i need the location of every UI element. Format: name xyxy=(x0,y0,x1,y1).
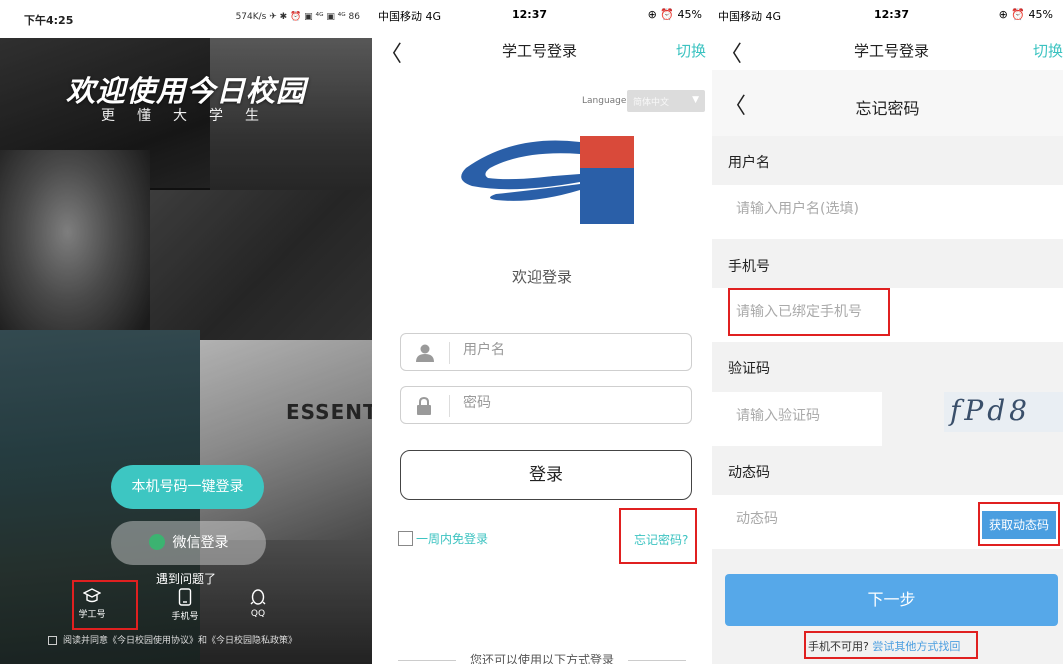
status-bar: 中国移动 4G 12:37 ⊕ ⏰ 45% xyxy=(712,0,1063,30)
get-code-highlight xyxy=(978,502,1060,546)
username-row[interactable] xyxy=(712,185,1063,239)
nav-bar: 〈 学工号登录 切换 xyxy=(712,30,1063,70)
status-bar: 下午4:25 574K/s ✈ ✱ ⏰ ▣ ⁴ᴳ ▣ ⁴ᴳ 86 xyxy=(0,0,372,38)
help-link[interactable]: 遇到问题了 xyxy=(0,570,372,587)
student-id-login-screen: 中国移动 4G 12:37 ⊕ ⏰ 45% 〈 学工号登录 切换 Languag… xyxy=(372,0,712,664)
username-input[interactable] xyxy=(463,342,673,358)
phone-input-highlight xyxy=(728,288,890,336)
captcha-label: 验证码 xyxy=(728,361,770,377)
divider-line xyxy=(397,660,456,661)
welcome-subtitle: 更懂大学生 xyxy=(101,108,281,124)
status-battery: ⊕ ⏰ 45% xyxy=(647,8,702,21)
page-header: 〈 忘记密码 xyxy=(712,70,1063,136)
lock-icon xyxy=(417,396,431,415)
agreement-label: 阅读并同意《今日校园使用协议》和《今日校园隐私政策》 xyxy=(63,636,298,646)
other-login-text: 您还可以使用以下方式登录 xyxy=(469,653,614,664)
carrier-signal: 中国移动 4G xyxy=(718,10,782,23)
student-id-option-highlight xyxy=(72,580,138,630)
agreement-text[interactable]: 阅读并同意《今日校园使用协议》和《今日校园隐私政策》 xyxy=(48,634,348,648)
status-bar: 中国移动 4G 12:37 ⊕ ⏰ 45% xyxy=(372,0,712,30)
username-field[interactable] xyxy=(400,333,692,371)
language-value: 简体中文 xyxy=(633,98,670,108)
one-click-mobile-login-button[interactable]: 本机号码一键登录 xyxy=(111,465,264,509)
wechat-login-button[interactable]: 微信登录 xyxy=(111,521,266,565)
status-time: 12:37 xyxy=(874,8,910,21)
welcome-text: 欢迎登录 xyxy=(511,268,572,286)
language-select[interactable]: 简体中文 ▼ xyxy=(627,90,705,112)
login-button[interactable]: 登录 xyxy=(400,450,692,500)
mobile-option-label: 手机号 xyxy=(171,612,199,622)
captcha-image[interactable]: fPd8 xyxy=(944,392,1063,432)
mobile-login-option[interactable]: 手机号 xyxy=(165,588,205,622)
captcha-input[interactable] xyxy=(736,408,876,424)
forgot-password-highlight xyxy=(619,508,697,564)
back-arrow-icon[interactable]: 〈 xyxy=(720,36,742,68)
qq-login-option[interactable]: QQ xyxy=(238,588,278,619)
username-label: 用户名 xyxy=(728,155,770,171)
code-input[interactable] xyxy=(736,511,936,527)
nav-title: 学工号登录 xyxy=(502,42,578,60)
username-input[interactable] xyxy=(736,201,936,217)
forgot-password-screen: 中国移动 4G 12:37 ⊕ ⏰ 45% 〈 学工号登录 切换 〈 忘记密码 … xyxy=(712,0,1063,664)
welcome-title: 欢迎使用今日校园 xyxy=(65,74,306,108)
page-title: 忘记密码 xyxy=(855,99,920,118)
code-label: 动态码 xyxy=(728,465,770,481)
qq-penguin-icon xyxy=(250,589,266,605)
agreement-checkbox[interactable] xyxy=(48,636,57,645)
field-separator xyxy=(449,342,450,364)
status-time: 下午4:25 xyxy=(24,14,74,27)
status-time: 12:37 xyxy=(512,8,548,21)
captcha-text: fPd8 xyxy=(950,394,1031,427)
remember-week-option[interactable]: 一周内免登录 xyxy=(398,530,488,547)
wechat-login-label: 微信登录 xyxy=(172,535,229,551)
qq-option-label: QQ xyxy=(250,609,266,619)
divider-line xyxy=(628,660,686,661)
remember-checkbox[interactable] xyxy=(398,531,413,546)
field-separator xyxy=(449,395,450,417)
password-field[interactable] xyxy=(400,386,692,424)
school-logo xyxy=(461,136,634,224)
status-battery: ⊕ ⏰ 45% xyxy=(998,8,1053,21)
remember-label: 一周内免登录 xyxy=(416,532,489,546)
nav-bar: 〈 学工号登录 切换 xyxy=(372,30,712,70)
carrier-signal: 中国移动 4G xyxy=(378,10,442,23)
user-icon xyxy=(416,344,434,362)
wechat-icon xyxy=(148,533,165,550)
switch-button[interactable]: 切换 xyxy=(1033,40,1063,61)
phone-label: 手机号 xyxy=(728,259,770,275)
campus-app-welcome-screen: 下午4:25 574K/s ✈ ✱ ⏰ ▣ ⁴ᴳ ▣ ⁴ᴳ 86 ESSENTI… xyxy=(0,0,372,664)
captcha-row[interactable] xyxy=(712,392,882,446)
back-arrow-icon[interactable]: 〈 xyxy=(380,36,402,68)
other-login-methods: 您还可以使用以下方式登录 xyxy=(372,651,712,664)
status-indicators: 574K/s ✈ ✱ ⏰ ▣ ⁴ᴳ ▣ ⁴ᴳ 86 xyxy=(235,12,360,22)
nav-title: 学工号登录 xyxy=(854,42,930,60)
chevron-down-icon: ▼ xyxy=(692,95,699,105)
language-label: Language: xyxy=(582,96,630,106)
password-input[interactable] xyxy=(463,395,673,411)
recovery-link-highlight xyxy=(804,631,978,659)
switch-button[interactable]: 切换 xyxy=(676,40,706,61)
next-step-button[interactable]: 下一步 xyxy=(725,574,1058,626)
mobile-icon xyxy=(178,588,192,606)
